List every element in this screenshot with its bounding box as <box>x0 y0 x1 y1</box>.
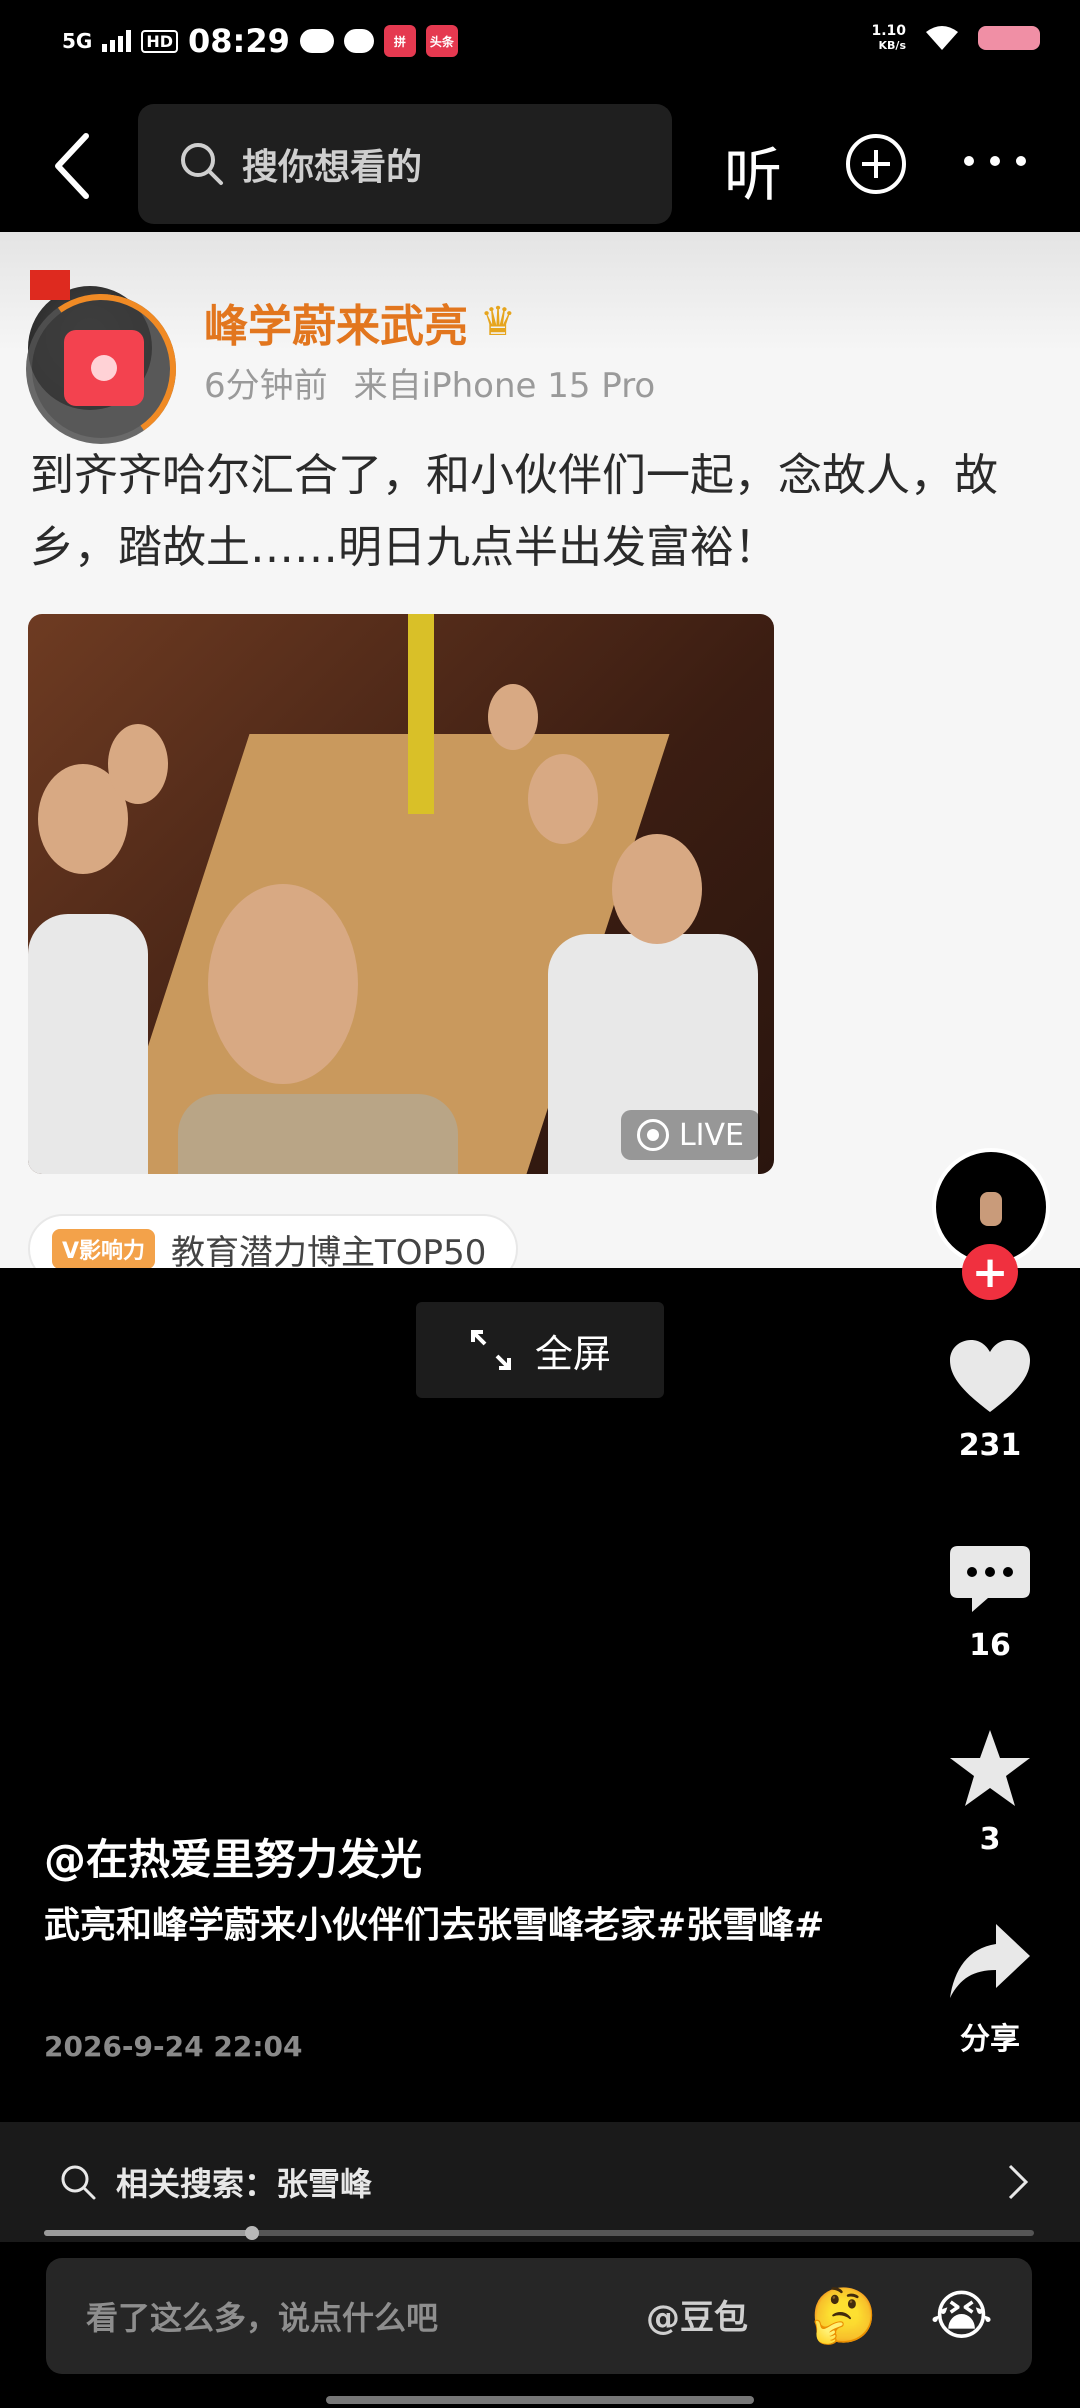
post-source: 来自iPhone 15 Pro <box>353 366 656 406</box>
search-icon <box>181 143 223 185</box>
listen-button[interactable]: 听 <box>724 128 782 212</box>
comment-input[interactable]: 看了这么多，说点什么吧 @豆包 🤔 😭 <box>46 2258 1032 2374</box>
post-card: 峰学蔚来武亮 ♛ 6分钟前 来自iPhone 15 Pro 到齐齐哈尔汇合了，和小… <box>0 232 1080 1268</box>
app-notification-icon: 头条 <box>425 25 458 57</box>
badge-text: 教育潜力博主TOP50 <box>171 1232 487 1269</box>
red-packet-icon[interactable] <box>64 330 144 406</box>
influence-badge[interactable]: V影响力 教育潜力博主TOP50 <box>28 1214 519 1269</box>
progress-knob[interactable] <box>244 2226 259 2240</box>
related-search-label: 相关搜索：张雪峰 <box>116 2165 373 2203</box>
mention-doubao-button[interactable]: @豆包 <box>646 2290 748 2339</box>
comment-count: 16 <box>969 1628 1011 1663</box>
photo-person <box>208 884 358 1084</box>
post-meta: 6分钟前 来自iPhone 15 Pro <box>204 358 655 407</box>
photo-person <box>528 754 598 844</box>
photo-person <box>178 1094 458 1174</box>
photo-person <box>28 914 148 1174</box>
post-photo[interactable]: LIVE <box>28 614 774 1174</box>
share-icon <box>950 1924 1030 1998</box>
more-options-icon[interactable] <box>964 156 1026 166</box>
add-circle-icon[interactable] <box>844 132 908 196</box>
share-button[interactable]: 分享 <box>920 1920 1060 2058</box>
live-photo-badge: LIVE <box>620 1110 760 1160</box>
post-author[interactable]: 峰学蔚来武亮 ♛ <box>204 290 516 354</box>
comment-icon <box>950 1546 1030 1612</box>
search-placeholder: 搜你想看的 <box>242 147 423 188</box>
chevron-right-icon <box>1008 2164 1029 2200</box>
network-label: 5G <box>62 29 93 53</box>
expand-icon <box>470 1330 511 1370</box>
follow-button[interactable]: + <box>962 1244 1018 1300</box>
status-bar: 5G HD 08:29 拼 头条 1.10 KB/s <box>0 0 1080 90</box>
related-search-bar[interactable]: 相关搜索：张雪峰 <box>0 2122 1080 2242</box>
favorite-button[interactable]: 3 <box>920 1728 1060 1857</box>
hd-badge: HD <box>141 29 179 53</box>
wechat-icon <box>343 29 374 53</box>
crown-icon: ♛ <box>480 299 516 345</box>
favorite-count: 3 <box>979 1822 1001 1857</box>
live-icon <box>636 1119 669 1151</box>
photo-person <box>612 834 702 944</box>
video-username[interactable]: @在热爱里努力发光 <box>44 1826 422 1887</box>
fullscreen-button[interactable]: 全屏 <box>416 1302 664 1398</box>
progress-fill <box>44 2230 252 2236</box>
cloud-icon <box>299 29 334 53</box>
post-text: 到齐齐哈尔汇合了，和小伙伴们一起，念故人，故乡，踏故土……明日九点半出发富裕！ <box>30 450 998 573</box>
network-speed: 1.10 KB/s <box>871 23 906 52</box>
comment-placeholder: 看了这么多，说点什么吧 <box>86 2299 439 2337</box>
top-nav: 搜你想看的 听 <box>0 104 1080 224</box>
back-arrow-icon[interactable] <box>44 128 104 204</box>
flag-icon <box>30 270 70 300</box>
search-icon <box>61 2165 96 2200</box>
photo-person <box>488 684 538 750</box>
wifi-icon <box>926 26 958 50</box>
share-label: 分享 <box>960 2022 1020 2057</box>
battery-icon <box>978 26 1040 50</box>
video-date: 2026-9-24 22:04 <box>44 2030 303 2063</box>
badge-tag: V影响力 <box>52 1229 156 1268</box>
like-button[interactable]: 231 <box>920 1338 1060 1463</box>
video-caption: 武亮和峰学蔚来小伙伴们去张雪峰老家#张雪峰# <box>44 1905 825 1946</box>
crying-emoji-button[interactable]: 😭 <box>930 2286 993 2346</box>
photo-pole <box>408 614 434 814</box>
video-progress-bar[interactable] <box>44 2226 1034 2240</box>
star-icon <box>950 1730 1030 1806</box>
signal-icon <box>102 30 132 52</box>
post-time: 6分钟前 <box>204 366 328 406</box>
fullscreen-label: 全屏 <box>534 1331 611 1376</box>
heart-icon <box>950 1340 1030 1412</box>
photo-person <box>108 724 168 804</box>
like-count: 231 <box>958 1428 1022 1463</box>
search-input[interactable]: 搜你想看的 <box>138 104 672 224</box>
app-notification-icon: 拼 <box>383 25 416 57</box>
comment-button[interactable]: 16 <box>920 1544 1060 1663</box>
clock: 08:29 <box>188 22 290 60</box>
home-indicator <box>326 2396 754 2404</box>
thinking-emoji-button[interactable]: 🤔 <box>810 2286 877 2346</box>
